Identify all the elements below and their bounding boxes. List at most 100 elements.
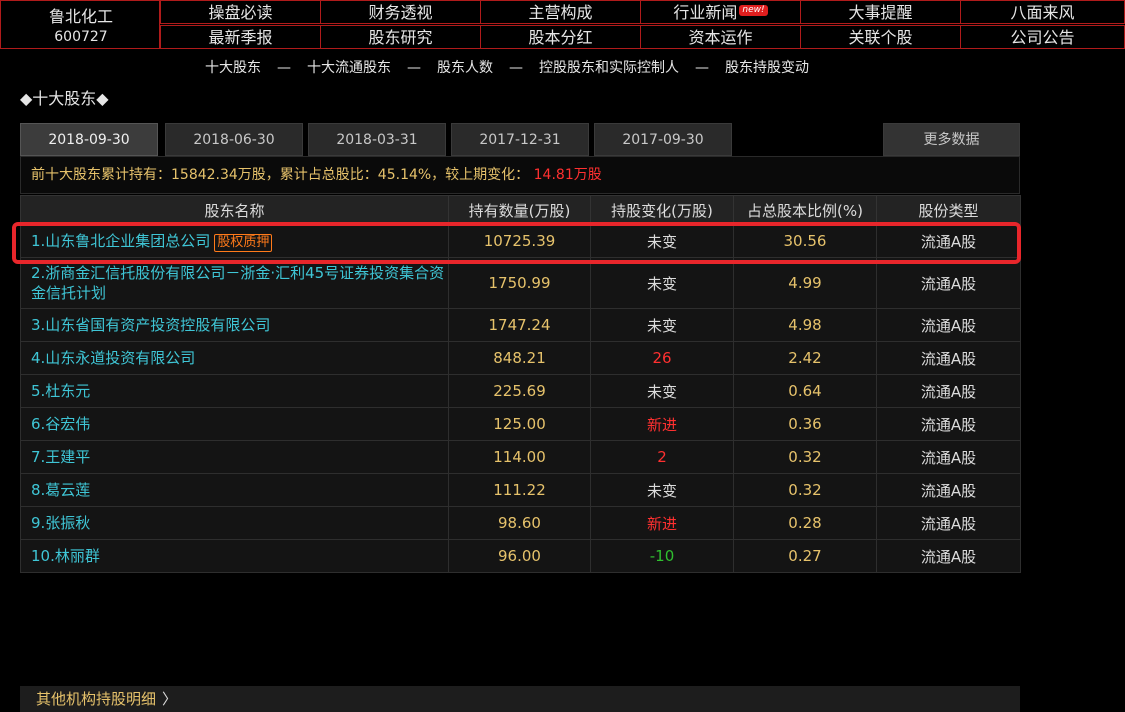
sublink-top10-float-holders[interactable]: 十大流通股东 — [307, 60, 391, 76]
nav-item[interactable]: 最新季报 — [160, 25, 321, 49]
holder-name-cell: 3.山东省国有资产投资控股有限公司 — [20, 308, 449, 342]
nav-item[interactable]: 大事提醒 — [800, 0, 961, 24]
summary-change: 14.81万股 — [533, 167, 602, 183]
nav-item[interactable]: 股本分红 — [480, 25, 641, 49]
holder-name-cell: 2.浙商金汇信托股份有限公司－浙金·汇利45号证券投资集合资金信托计划 — [20, 257, 449, 309]
table-row: 5.杜东元 225.69 未变 0.64 流通A股 — [20, 374, 1021, 408]
table-row: 10.林丽群 96.00 -10 0.27 流通A股 — [20, 539, 1021, 573]
holding-quantity: 125.00 — [448, 407, 591, 441]
share-ratio: 0.64 — [733, 374, 877, 408]
sublink-separator: — — [695, 60, 709, 76]
stock-info: 鲁北化工 600727 — [0, 0, 160, 49]
column-header: 股东名称 — [20, 195, 449, 225]
holder-name-link[interactable]: 1.山东鲁北企业集团总公司 — [31, 232, 210, 250]
footer-link-label: 其他机构持股明细 — [36, 690, 157, 708]
pledge-badge[interactable]: 股权质押 — [214, 233, 273, 252]
holder-name-link[interactable]: 8.葛云莲 — [31, 481, 90, 499]
holding-change: 新进 — [590, 506, 734, 540]
column-header: 股份类型 — [876, 195, 1021, 225]
share-type: 流通A股 — [876, 440, 1021, 474]
table-body: 1.山东鲁北企业集团总公司 股权质押 10725.39 未变 30.56 流通A股 2.浙商… — [20, 224, 1021, 573]
holding-quantity: 96.00 — [448, 539, 591, 573]
holdings-summary: 前十大股东累计持有：15842.34万股，累计占总股比：45.14%，较上期变化… — [20, 156, 1020, 194]
sublink-holding-changes[interactable]: 股东持股变动 — [725, 60, 809, 76]
holding-change: 未变 — [590, 257, 734, 309]
sublink-controller[interactable]: 控股股东和实际控制人 — [539, 60, 679, 76]
share-ratio: 0.32 — [733, 440, 877, 474]
top-navigation: 鲁北化工 600727 操盘必读 财务透视 主营构成 行业新闻 new! 大事提醒… — [0, 0, 1125, 50]
holder-name-cell: 7.王建平 — [20, 440, 449, 474]
share-type: 流通A股 — [876, 308, 1021, 342]
share-type: 流通A股 — [876, 341, 1021, 375]
holding-quantity: 114.00 — [448, 440, 591, 474]
share-ratio: 0.27 — [733, 539, 877, 573]
sublink-separator: — — [277, 60, 291, 76]
holding-quantity: 10725.39 — [448, 224, 591, 258]
top10-holders-panel: 2018-09-30 2018-06-30 2018-03-31 2017-12… — [20, 123, 1021, 712]
summary-text: 前十大股东累计持有：15842.34万股，累计占总股比：45.14%，较上期变化… — [31, 167, 530, 183]
holder-name-cell: 8.葛云莲 — [20, 473, 449, 507]
tab-period[interactable]: 2018-09-30 — [20, 123, 158, 156]
section-title: ◆十大股东◆ — [20, 89, 109, 108]
nav-item[interactable]: 八面来风 — [960, 0, 1125, 24]
share-ratio: 30.56 — [733, 224, 877, 258]
tab-period[interactable]: 2017-09-30 — [594, 123, 732, 156]
sublink-holder-count[interactable]: 股东人数 — [437, 60, 493, 76]
holding-quantity: 1750.99 — [448, 257, 591, 309]
share-ratio: 2.42 — [733, 341, 877, 375]
share-type: 流通A股 — [876, 257, 1021, 309]
holder-name-link[interactable]: 4.山东永道投资有限公司 — [31, 349, 195, 367]
column-header: 占总股本比例(%) — [733, 195, 877, 225]
sub-navigation: 十大股东 — 十大流通股东 — 股东人数 — 控股股东和实际控制人 — 股东持股变动 — [205, 57, 809, 77]
holding-quantity: 98.60 — [448, 506, 591, 540]
nav-item[interactable]: 操盘必读 — [160, 0, 321, 24]
column-header: 持股变化(万股) — [590, 195, 734, 225]
holding-change: 未变 — [590, 473, 734, 507]
other-institutions-link[interactable]: 其他机构持股明细〉 — [20, 686, 1020, 712]
holder-name-link[interactable]: 7.王建平 — [31, 448, 90, 466]
share-type: 流通A股 — [876, 539, 1021, 573]
holding-change: 2 — [590, 440, 734, 474]
nav-item[interactable]: 资本运作 — [640, 25, 801, 49]
holding-change: 未变 — [590, 308, 734, 342]
holder-name-cell: 10.林丽群 — [20, 539, 449, 573]
table-row: 3.山东省国有资产投资控股有限公司 1747.24 未变 4.98 流通A股 — [20, 308, 1021, 342]
nav-item[interactable]: 公司公告 — [960, 25, 1125, 49]
nav-item[interactable]: 股东研究 — [320, 25, 481, 49]
holder-name-link[interactable]: 10.林丽群 — [31, 547, 100, 565]
holding-quantity: 1747.24 — [448, 308, 591, 342]
share-ratio: 0.28 — [733, 506, 877, 540]
holder-name-link[interactable]: 6.谷宏伟 — [31, 415, 90, 433]
tab-period[interactable]: 2018-03-31 — [308, 123, 446, 156]
table-row: 1.山东鲁北企业集团总公司 股权质押 10725.39 未变 30.56 流通A股 — [20, 224, 1021, 258]
nav-item[interactable]: 财务透视 — [320, 0, 481, 24]
nav-item-industry-news[interactable]: 行业新闻 new! — [640, 0, 801, 24]
holding-quantity: 111.22 — [448, 473, 591, 507]
period-tabs: 2018-09-30 2018-06-30 2018-03-31 2017-12… — [20, 123, 1020, 156]
holding-change: 未变 — [590, 224, 734, 258]
holder-name-link[interactable]: 9.张振秋 — [31, 514, 90, 532]
holding-change: 未变 — [590, 374, 734, 408]
stock-code: 600727 — [54, 29, 108, 45]
tab-period[interactable]: 2018-06-30 — [165, 123, 303, 156]
holder-name-link[interactable]: 5.杜东元 — [31, 382, 90, 400]
column-header: 持有数量(万股) — [448, 195, 591, 225]
nav-item[interactable]: 关联个股 — [800, 25, 961, 49]
share-ratio: 0.36 — [733, 407, 877, 441]
tab-period[interactable]: 2017-12-31 — [451, 123, 589, 156]
holders-table: 股东名称 持有数量(万股) 持股变化(万股) 占总股本比例(%) 股份类型 1.… — [20, 195, 1021, 573]
holding-change: 26 — [590, 341, 734, 375]
share-ratio: 4.99 — [733, 257, 877, 309]
sublink-top10-holders[interactable]: 十大股东 — [205, 60, 261, 76]
holder-name-link[interactable]: 3.山东省国有资产投资控股有限公司 — [31, 316, 270, 334]
share-type: 流通A股 — [876, 224, 1021, 258]
nav-grid: 操盘必读 财务透视 主营构成 行业新闻 new! 大事提醒 八面来风 最新季报 股… — [160, 0, 1125, 50]
nav-item[interactable]: 主营构成 — [480, 0, 641, 24]
holding-change: 新进 — [590, 407, 734, 441]
holder-name-cell: 5.杜东元 — [20, 374, 449, 408]
table-row: 4.山东永道投资有限公司 848.21 26 2.42 流通A股 — [20, 341, 1021, 375]
holder-name-link[interactable]: 2.浙商金汇信托股份有限公司－浙金·汇利45号证券投资集合资金信托计划 — [31, 264, 444, 302]
share-type: 流通A股 — [876, 374, 1021, 408]
holder-name-cell: 4.山东永道投资有限公司 — [20, 341, 449, 375]
more-data-button[interactable]: 更多数据 — [883, 123, 1020, 156]
